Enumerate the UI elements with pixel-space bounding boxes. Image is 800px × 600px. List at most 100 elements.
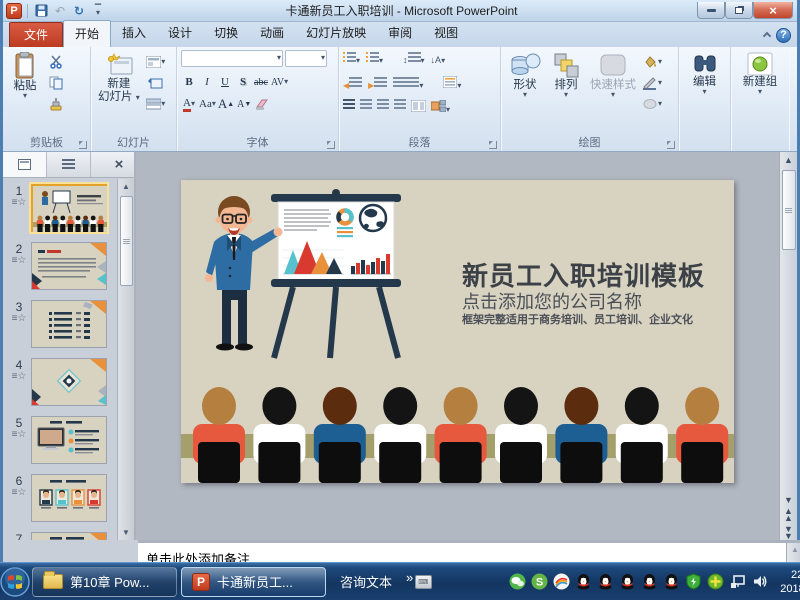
slide-canvas[interactable]: 新员工入职培训模板 点击添加您的公司名称 框架完整适用于商务培训、员工培训、企业… <box>181 180 734 483</box>
increase-indent-icon[interactable]: ▶ <box>368 75 387 93</box>
tab-8[interactable]: 视图 <box>423 20 469 47</box>
undo-icon[interactable]: ↶ <box>52 3 68 19</box>
qq-tray-icon[interactable] <box>575 573 592 590</box>
paragraph-dialog-launcher-icon[interactable] <box>489 141 497 149</box>
editor-scrollbar[interactable]: ▲ ▼ ▲▲ ▼▼ <box>779 152 797 540</box>
quick-styles-button[interactable]: 快速样式 ▾ <box>587 50 639 135</box>
shape-outline-icon[interactable]: ▾ <box>642 74 662 92</box>
font-color-button[interactable]: A▾ <box>181 96 197 112</box>
thumbnail-preview[interactable] <box>31 242 107 290</box>
thumbnail-preview[interactable] <box>31 532 107 540</box>
layout-icon[interactable]: ▾ <box>146 53 166 71</box>
save-icon[interactable] <box>33 3 49 19</box>
tab-outline[interactable] <box>47 152 91 177</box>
slide-thumbnail-2[interactable]: 2≡☆ <box>7 242 134 290</box>
grow-font-button[interactable]: A▲ <box>218 96 234 112</box>
help-icon[interactable]: ? <box>776 28 791 43</box>
slide-tagline[interactable]: 框架完整适用于商务培训、员工培训、企业文化 <box>462 311 693 327</box>
slide-thumbnail-1[interactable]: 1≡☆ <box>7 184 134 232</box>
shapes-button[interactable]: 形状 ▾ <box>505 50 545 135</box>
section-icon[interactable]: ▾ <box>146 95 166 113</box>
restore-button[interactable] <box>725 2 753 19</box>
taskbar-overflow-chevron[interactable]: » <box>406 570 413 585</box>
start-button[interactable] <box>0 563 30 600</box>
justify-icon[interactable] <box>394 99 406 110</box>
tab-1[interactable]: 开始 <box>63 20 111 47</box>
shape-effects-icon[interactable]: ▾ <box>642 95 662 113</box>
tab-6[interactable]: 幻灯片放映 <box>295 20 377 47</box>
tab-4[interactable]: 切换 <box>203 20 249 47</box>
qq-tray-icon[interactable] <box>597 573 614 590</box>
clipboard-dialog-launcher-icon[interactable] <box>79 141 87 149</box>
previous-slide-icon[interactable]: ▲▲ <box>784 508 793 522</box>
close-button[interactable]: × <box>753 2 793 19</box>
thumbnail-preview[interactable] <box>31 416 107 464</box>
copy-icon[interactable] <box>46 74 66 92</box>
tab-7[interactable]: 审阅 <box>377 20 423 47</box>
align-text-icon[interactable]: ▾ <box>443 75 461 93</box>
strikethrough-button[interactable]: abc <box>253 74 269 90</box>
wechat-tray-icon[interactable] <box>509 573 526 590</box>
cut-icon[interactable] <box>46 53 66 71</box>
change-case-button[interactable]: Aa▾ <box>199 96 216 112</box>
bullets-icon[interactable]: ▾ <box>343 50 360 68</box>
slide-thumbnail-4[interactable]: 4≡☆ <box>7 358 134 406</box>
new-slide-button[interactable]: 新建 幻灯片 ▾ <box>95 50 143 135</box>
columns-icon[interactable]: ▾ <box>393 75 423 93</box>
decrease-indent-icon[interactable]: ◀ <box>343 75 362 93</box>
taskbar-button-2[interactable]: P卡通新员工... <box>181 567 326 597</box>
speaker-tray-icon[interactable] <box>751 573 768 590</box>
tab-2[interactable]: 插入 <box>111 20 157 47</box>
panel-close-icon[interactable]: × <box>104 152 134 177</box>
slide-thumbnail-6[interactable]: 6≡☆ <box>7 474 134 522</box>
plusball-tray-icon[interactable] <box>707 573 724 590</box>
minimize-button[interactable] <box>697 2 725 19</box>
thumbnails-scrollbar[interactable]: ▲ ▼ <box>117 179 134 540</box>
shape-fill-icon[interactable]: ▾ <box>642 53 662 71</box>
thumbnail-preview[interactable] <box>31 184 107 232</box>
font-size-combobox[interactable] <box>285 50 327 67</box>
clear-formatting-icon[interactable] <box>254 96 270 112</box>
arrange-button[interactable]: 排列 ▾ <box>548 50 584 135</box>
ribbon-collapse-icon[interactable] <box>764 26 770 44</box>
taskbar-button-1[interactable]: 第10章 Pow... <box>32 567 177 597</box>
slide-thumbnail-5[interactable]: 5≡☆ <box>7 416 134 464</box>
network-tray-icon[interactable] <box>729 573 746 590</box>
new-group-button[interactable]: 新建组 ▾ <box>740 50 781 135</box>
format-painter-icon[interactable] <box>46 95 66 113</box>
italic-button[interactable]: I <box>199 74 215 90</box>
smartart-icon[interactable]: ▾ <box>431 99 450 117</box>
qq-tray-icon[interactable] <box>641 573 658 590</box>
taskbar-clock[interactable]: 22:28 2018/3/23 <box>768 568 800 596</box>
editing-button[interactable]: 编辑 ▾ <box>687 50 723 135</box>
shield-tray-icon[interactable] <box>685 573 702 590</box>
tab-3[interactable]: 设计 <box>157 20 203 47</box>
line-spacing-icon[interactable]: ↕▾ <box>403 50 425 68</box>
redo-icon[interactable]: ↻ <box>71 3 87 19</box>
scroll-down-icon[interactable]: ▼ <box>122 525 130 540</box>
scroll-up-icon[interactable]: ▲ <box>791 545 799 554</box>
tab-file[interactable]: 文件 <box>9 22 63 47</box>
align-right-icon[interactable] <box>377 99 389 110</box>
scrollbar-thumb[interactable] <box>120 196 133 286</box>
font-name-combobox[interactable] <box>181 50 283 67</box>
text-shadow-button[interactable]: S <box>235 74 251 90</box>
slide-thumbnail-3[interactable]: 3≡☆ <box>7 300 134 348</box>
thumbnail-preview[interactable] <box>31 474 107 522</box>
bold-button[interactable]: B <box>181 74 197 90</box>
keyboard-tray-icon[interactable]: ⌨ <box>415 573 432 590</box>
sogou-tray-icon[interactable] <box>553 573 570 590</box>
tab-5[interactable]: 动画 <box>249 20 295 47</box>
drawing-dialog-launcher-icon[interactable] <box>667 141 675 149</box>
tab-slides-thumbnails[interactable] <box>3 152 47 177</box>
scroll-up-icon[interactable]: ▲ <box>784 152 793 168</box>
font-dialog-launcher-icon[interactable] <box>327 141 335 149</box>
distribute-columns-icon[interactable] <box>411 99 426 117</box>
scrollbar-thumb[interactable] <box>782 170 796 250</box>
skype-tray-icon[interactable]: S <box>531 573 548 590</box>
next-slide-icon[interactable]: ▼▼ <box>784 526 793 540</box>
taskbar-button-3[interactable]: 咨询文本 <box>330 567 402 597</box>
numbering-icon[interactable]: ▾ <box>366 50 383 68</box>
underline-button[interactable]: U <box>217 74 233 90</box>
align-center-icon[interactable] <box>360 99 372 110</box>
